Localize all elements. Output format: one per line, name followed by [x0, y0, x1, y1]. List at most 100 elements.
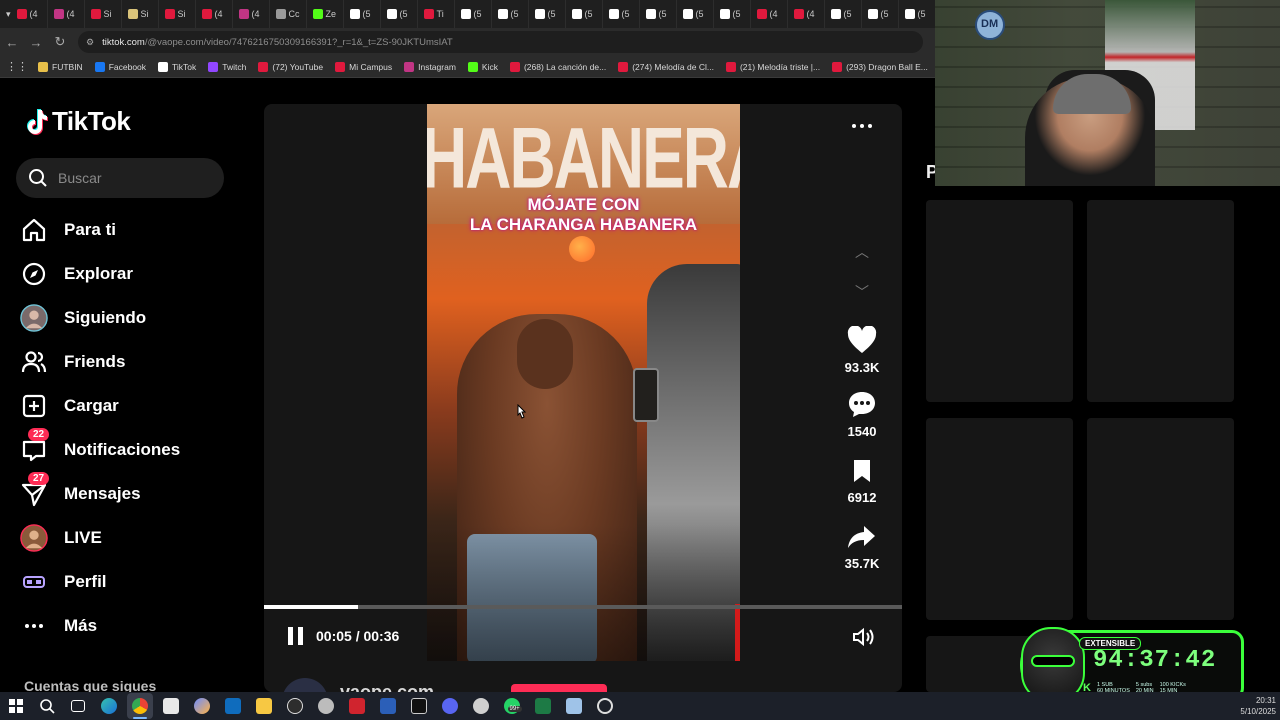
author-name[interactable]: vaope.com	[340, 682, 434, 692]
browser-tab[interactable]: (4	[48, 0, 85, 28]
browser-tab[interactable]: (5	[566, 0, 603, 28]
bookmark-favicon-icon	[404, 61, 415, 72]
browser-tab[interactable]: (5	[492, 0, 529, 28]
sidebar-item-para-ti[interactable]: Para ti	[20, 210, 230, 250]
save-button[interactable]: 6912	[832, 458, 892, 505]
author-avatar[interactable]	[282, 678, 328, 692]
bookmark-item[interactable]: Twitch	[208, 61, 246, 72]
bookmark-item[interactable]: Facebook	[94, 61, 146, 72]
like-button[interactable]: 93.3K	[832, 326, 892, 375]
edge-icon[interactable]	[96, 693, 122, 719]
bookmark-item[interactable]: Instagram	[404, 61, 456, 72]
whatsapp-icon[interactable]: 99+	[499, 693, 525, 719]
video-progress-bar[interactable]	[264, 605, 902, 609]
streamlabs-icon[interactable]	[468, 693, 494, 719]
excel-icon[interactable]	[530, 693, 556, 719]
obs-icon[interactable]	[282, 693, 308, 719]
browser-tab[interactable]: (4	[233, 0, 270, 28]
browser-tab[interactable]: (4	[788, 0, 825, 28]
browser-tab[interactable]: (4	[11, 0, 48, 28]
more-options-icon[interactable]	[852, 124, 872, 128]
browser-tab[interactable]: (4	[751, 0, 788, 28]
file-explorer-icon[interactable]	[251, 693, 277, 719]
browser-tab[interactable]: Ti	[418, 0, 455, 28]
bookmark-item[interactable]: (293) Dragon Ball E...	[832, 61, 928, 72]
taskbar-search-icon[interactable]	[34, 693, 60, 719]
next-video-icon[interactable]: ﹀	[852, 282, 872, 302]
address-bar[interactable]: ⚙ tiktok.com/@vaope.com/video/7476216750…	[78, 31, 923, 53]
steam-icon[interactable]	[313, 693, 339, 719]
browser-tab[interactable]: (5	[381, 0, 418, 28]
browser-tab[interactable]: (5	[529, 0, 566, 28]
bookmark-item[interactable]: (274) Melodía de Cl...	[618, 61, 714, 72]
browser-tab[interactable]: (5	[714, 0, 751, 28]
sidebar-item-siguiendo[interactable]: Siguiendo	[20, 298, 230, 338]
sidebar-item-label: Para ti	[64, 220, 116, 239]
capcut-icon[interactable]	[406, 693, 432, 719]
browser-tab[interactable]: Cc	[270, 0, 307, 28]
discord-icon[interactable]	[437, 693, 463, 719]
task-view-icon[interactable]	[65, 693, 91, 719]
browser-tab[interactable]: (5	[677, 0, 714, 28]
word-icon[interactable]	[375, 693, 401, 719]
previous-video-icon[interactable]: ︿	[852, 242, 872, 262]
browser-tab[interactable]: Si	[159, 0, 196, 28]
follow-button[interactable]	[511, 684, 607, 692]
bookmark-item[interactable]: FUTBIN	[38, 61, 83, 72]
browser-tab[interactable]: (5	[603, 0, 640, 28]
share-button[interactable]: 35.7K	[832, 524, 892, 571]
store-icon[interactable]	[158, 693, 184, 719]
bookmark-item[interactable]: (21) Melodía triste |...	[725, 61, 820, 72]
sidebar-item-notificaciones[interactable]: 22 Notificaciones	[20, 428, 230, 470]
browser-tab[interactable]: (5	[640, 0, 677, 28]
search-input[interactable]: Buscar	[16, 158, 224, 198]
copilot-icon[interactable]	[189, 693, 215, 719]
sidebar-item-m-s[interactable]: Más	[20, 606, 230, 646]
site-info-icon[interactable]: ⚙	[86, 37, 94, 48]
tiktok-logo[interactable]: TikTok	[24, 106, 131, 137]
sidebar-item-cargar[interactable]: Cargar	[20, 386, 230, 426]
notepad-icon[interactable]	[561, 693, 587, 719]
browser-tab[interactable]: Si	[85, 0, 122, 28]
related-video-tile[interactable]	[926, 200, 1073, 402]
bookmark-item[interactable]: (268) La canción de...	[509, 61, 606, 72]
sidebar-item-explorar[interactable]: Explorar	[20, 254, 230, 294]
related-video-tile[interactable]	[926, 418, 1073, 620]
related-video-tile[interactable]	[1087, 418, 1234, 620]
browser-tab[interactable]: (5	[455, 0, 492, 28]
browser-tab[interactable]: Ze	[307, 0, 344, 28]
browser-tab[interactable]: (5	[344, 0, 381, 28]
browser-tab[interactable]: (5	[862, 0, 899, 28]
tab-favicon-icon	[534, 9, 545, 19]
sidebar-item-live[interactable]: LIVE	[20, 518, 230, 558]
tab-favicon-icon	[312, 9, 323, 19]
bookmark-item[interactable]: Mi Campus	[335, 61, 392, 72]
inbox-icon: 22	[20, 428, 50, 464]
apps-grid-icon[interactable]: ⋮⋮	[6, 60, 28, 73]
chrome-icon[interactable]	[126, 693, 153, 719]
back-icon[interactable]: ←	[0, 30, 24, 54]
browser-tab[interactable]: (5	[825, 0, 862, 28]
browser-tab[interactable]: (4	[196, 0, 233, 28]
system-clock[interactable]: 20:31 5/10/2025	[1240, 695, 1276, 717]
browser-tab[interactable]: Si	[122, 0, 159, 28]
sidebar-item-perfil[interactable]: Perfil	[20, 562, 230, 602]
forward-icon[interactable]: →	[24, 30, 48, 54]
outlook-icon[interactable]	[220, 693, 246, 719]
video-player[interactable]: HABANERA MÓJATE CON LA CHARANGA HABANERA…	[264, 104, 902, 692]
app-circle-icon[interactable]	[592, 693, 618, 719]
app-red-icon[interactable]	[344, 693, 370, 719]
reload-icon[interactable]: ↻	[48, 30, 72, 54]
windows-start-icon[interactable]	[3, 693, 29, 719]
bookmark-item[interactable]: TikTok	[158, 61, 196, 72]
volume-icon[interactable]	[852, 627, 876, 647]
sidebar-item-friends[interactable]: Friends	[20, 342, 230, 382]
related-video-tile[interactable]	[1087, 200, 1234, 402]
pause-icon[interactable]	[288, 627, 306, 645]
comment-button[interactable]: 1540	[832, 390, 892, 439]
browser-tab[interactable]: (5	[899, 0, 935, 28]
video-frame[interactable]: HABANERA MÓJATE CON LA CHARANGA HABANERA	[427, 104, 740, 661]
bookmark-item[interactable]: (72) YouTube	[258, 61, 323, 72]
sidebar-item-mensajes[interactable]: 27 Mensajes	[20, 472, 230, 514]
bookmark-item[interactable]: Kick	[467, 61, 498, 72]
